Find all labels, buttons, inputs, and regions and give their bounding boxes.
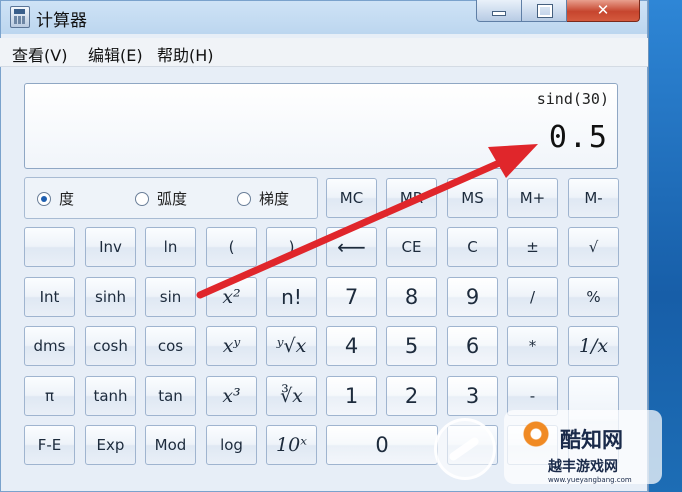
- arrow-shaft: [196, 156, 510, 299]
- watermark-title: 酷知网: [560, 428, 623, 452]
- watermark-subtitle: 越丰游戏网: [548, 459, 618, 475]
- watermark-logo-icon: [520, 418, 552, 450]
- watermark-url: www.yueyangbang.com: [548, 476, 632, 484]
- watermark-swoosh-icon: [434, 418, 496, 480]
